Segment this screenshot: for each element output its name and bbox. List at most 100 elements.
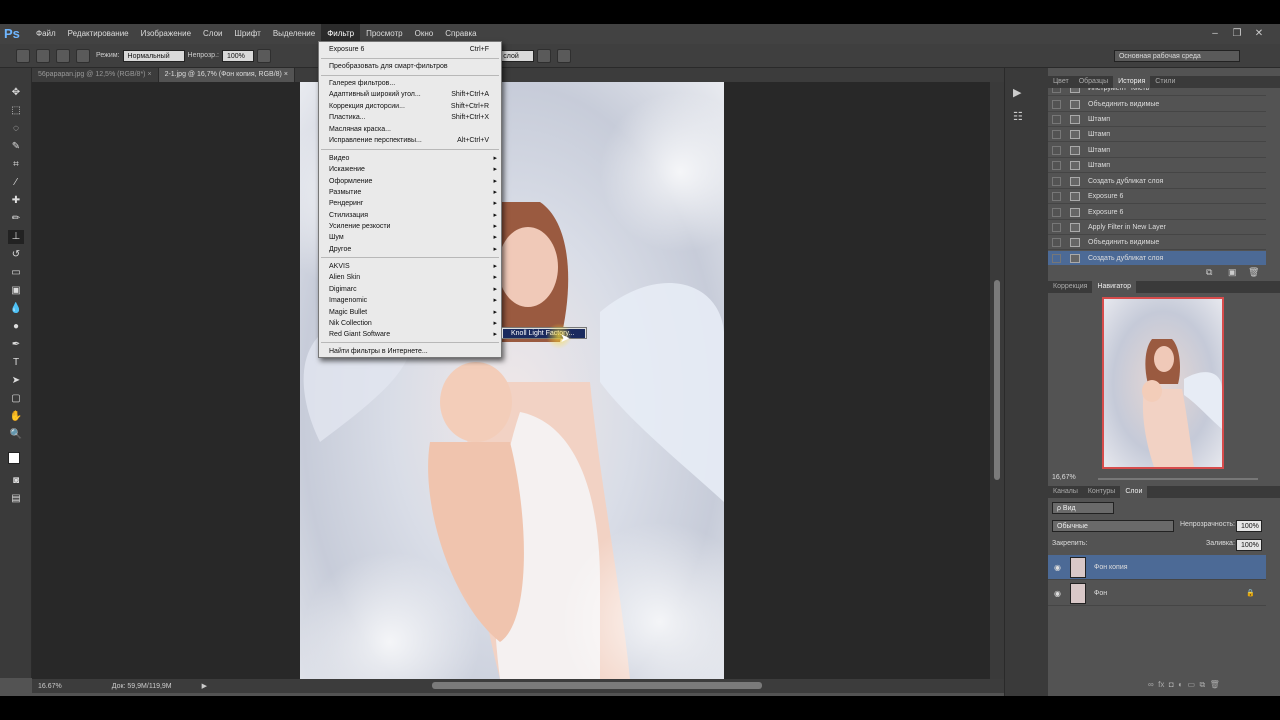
layer-row-background[interactable]: ◉ Фон 🔒: [1048, 581, 1266, 606]
tab-channels[interactable]: Каналы: [1048, 486, 1083, 498]
pen-tool-icon[interactable]: ✒: [8, 338, 24, 352]
menu-item-lens-correction[interactable]: Коррекция дисторсии... Shift+Ctrl+R: [319, 101, 501, 112]
history-row[interactable]: Exposure 6: [1048, 205, 1266, 220]
foreground-color-swatch[interactable]: [8, 452, 20, 464]
menu-item-filter-gallery[interactable]: Галерея фильтров...: [319, 78, 501, 89]
brush-preset-icon[interactable]: [36, 48, 50, 63]
menu-item-distort[interactable]: Искажение ▸: [319, 164, 501, 175]
trash-icon[interactable]: 🗑: [1210, 680, 1220, 689]
menu-item-smart-filters[interactable]: Преобразовать для смарт-фильтров: [319, 61, 501, 72]
menu-item-pixelate[interactable]: Оформление ▸: [319, 176, 501, 187]
doc-tab-2-1[interactable]: 2-1.jpg @ 16,7% (Фон копия, RGB/8) ×: [158, 68, 295, 82]
path-select-tool-icon[interactable]: ➤: [8, 374, 24, 388]
menu-item-nik-collection[interactable]: Nik Collection ▸: [319, 318, 501, 329]
pressure-size-icon[interactable]: [556, 48, 571, 63]
fx-icon[interactable]: fx: [1158, 680, 1164, 689]
menu-item-alien-skin[interactable]: Alien Skin ▸: [319, 272, 501, 283]
history-row[interactable]: Штамп: [1048, 143, 1266, 158]
submenu-item-knoll-light-factory[interactable]: Knoll Light Factory...: [503, 329, 585, 338]
history-row[interactable]: Штамп: [1048, 158, 1266, 173]
canvas-area[interactable]: [32, 82, 1004, 679]
menu-edit[interactable]: Редактирование: [62, 24, 135, 44]
toggle-brush-panel-icon[interactable]: [56, 48, 70, 63]
history-brush-tool-icon[interactable]: ↺: [8, 248, 24, 262]
navigator-zoom[interactable]: 16,67%: [1052, 474, 1076, 481]
menu-layers[interactable]: Слои: [197, 24, 228, 44]
opacity-input[interactable]: 100%: [221, 49, 254, 62]
history-row[interactable]: Штамп: [1048, 127, 1266, 142]
blur-tool-icon[interactable]: 💧: [8, 302, 24, 316]
new-document-from-state-icon[interactable]: ⧉: [1206, 267, 1212, 278]
adjustment-layer-icon[interactable]: ◐: [1178, 680, 1183, 689]
screen-mode-icon[interactable]: ▤: [8, 492, 24, 506]
menu-item-blur[interactable]: Размытие ▸: [319, 187, 501, 198]
eyedropper-tool-icon[interactable]: ⁄: [8, 176, 24, 190]
menu-item-adaptive-wide-angle[interactable]: Адаптивный широкий угол... Shift+Ctrl+A: [319, 89, 501, 100]
move-tool-icon[interactable]: ✥: [8, 86, 24, 100]
type-tool-icon[interactable]: T: [8, 356, 24, 370]
menu-item-render[interactable]: Рендеринг ▸: [319, 198, 501, 209]
eye-icon[interactable]: ◉: [1054, 581, 1061, 606]
blend-mode-select[interactable]: Обычные: [1052, 520, 1174, 532]
history-row-selected[interactable]: Создать дубликат слоя: [1048, 251, 1266, 265]
horizontal-scroll-thumb[interactable]: [432, 682, 762, 689]
eye-icon[interactable]: ◉: [1054, 555, 1061, 580]
marquee-tool-icon[interactable]: ⬚: [8, 104, 24, 118]
menu-item-akvis[interactable]: AKVIS ▸: [319, 261, 501, 272]
status-menu-arrow[interactable]: ▶: [202, 682, 207, 690]
new-layer-icon[interactable]: ⧉: [1199, 680, 1205, 689]
clone-stamp-tool-icon[interactable]: ⊥: [8, 230, 24, 244]
mode-select[interactable]: Нормальный: [122, 49, 185, 62]
doc-tab-papapan[interactable]: 56papapan.jpg @ 12,5% (RGB/8*) ×: [32, 68, 159, 82]
close-tab-icon[interactable]: ×: [147, 71, 151, 78]
link-layers-icon[interactable]: ∞: [1148, 680, 1154, 689]
navigator-zoom-slider[interactable]: [1098, 478, 1258, 480]
menu-type[interactable]: Шрифт: [228, 24, 266, 44]
play-action-icon[interactable]: ▶: [1013, 86, 1021, 99]
crop-tool-icon[interactable]: ⌗: [8, 158, 24, 172]
shape-tool-icon[interactable]: ▢: [8, 392, 24, 406]
tab-color[interactable]: Цвет: [1048, 76, 1074, 88]
eraser-tool-icon[interactable]: ▭: [8, 266, 24, 280]
hand-tool-icon[interactable]: ✋: [8, 410, 24, 424]
quick-select-tool-icon[interactable]: ✎: [8, 140, 24, 154]
close-tab-icon[interactable]: ×: [284, 71, 288, 78]
navigator-preview[interactable]: [1102, 297, 1224, 469]
toggle-clone-source-icon[interactable]: [76, 48, 90, 63]
properties-icon[interactable]: ☷: [1013, 110, 1023, 123]
trash-icon[interactable]: 🗑: [1248, 267, 1259, 278]
menu-item-stylize[interactable]: Стилизация ▸: [319, 210, 501, 221]
tab-paths[interactable]: Контуры: [1083, 486, 1120, 498]
workspace-select[interactable]: Основная рабочая среда: [1113, 49, 1240, 62]
maximize-button[interactable]: ❐: [1226, 24, 1248, 44]
history-row[interactable]: Инструмент "Кисть": [1048, 88, 1266, 96]
tab-swatches[interactable]: Образцы: [1074, 76, 1113, 88]
clone-stamp-tool-icon[interactable]: [16, 48, 30, 63]
menu-item-other[interactable]: Другое ▸: [319, 244, 501, 255]
layer-kind-filter[interactable]: ρ Вид: [1052, 502, 1114, 514]
menu-item-red-giant[interactable]: Red Giant Software ▸: [319, 329, 501, 340]
menu-item-oil-paint[interactable]: Масляная краска...: [319, 124, 501, 135]
menu-select[interactable]: Выделение: [267, 24, 321, 44]
menu-item-digimarc[interactable]: Digimarc ▸: [319, 284, 501, 295]
tab-adjustments[interactable]: Коррекция: [1048, 281, 1092, 293]
quick-mask-icon[interactable]: ◙: [8, 474, 24, 488]
minimize-button[interactable]: –: [1204, 24, 1226, 44]
menu-item-noise[interactable]: Шум ▸: [319, 232, 501, 243]
history-row[interactable]: Создать дубликат слоя: [1048, 174, 1266, 189]
fill-input[interactable]: 100%: [1236, 539, 1262, 551]
menu-item-video[interactable]: Видео ▸: [319, 153, 501, 164]
group-icon[interactable]: ▭: [1187, 680, 1195, 689]
gradient-tool-icon[interactable]: ▣: [8, 284, 24, 298]
history-row[interactable]: Объединить видимые: [1048, 97, 1266, 112]
zoom-tool-icon[interactable]: 🔍: [8, 428, 24, 442]
tab-layers[interactable]: Слои: [1120, 486, 1148, 498]
tab-navigator[interactable]: Навигатор: [1092, 281, 1137, 293]
history-row[interactable]: Apply Filter in New Layer: [1048, 220, 1266, 235]
lasso-tool-icon[interactable]: ◌: [8, 122, 24, 136]
menu-item-exposure[interactable]: Exposure 6 Ctrl+F: [319, 44, 501, 55]
vertical-scroll-thumb[interactable]: [994, 280, 1000, 480]
brush-tool-icon[interactable]: ✏: [8, 212, 24, 226]
menu-item-vanishing-point[interactable]: Исправление перспективы... Alt+Ctrl+V: [319, 135, 501, 146]
tab-styles[interactable]: Стили: [1150, 76, 1180, 88]
